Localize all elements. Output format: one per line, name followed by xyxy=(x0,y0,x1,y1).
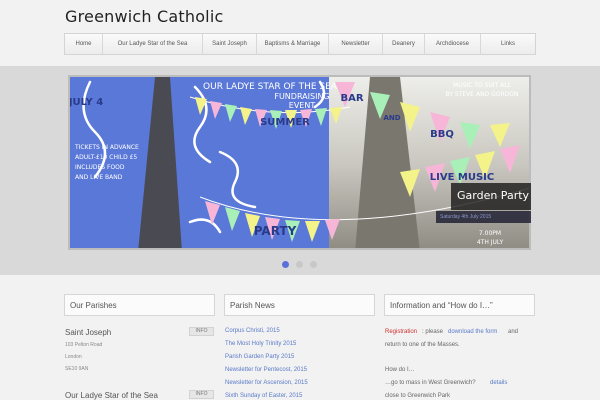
main-nav: Home Our Ladye Star of the Sea Saint Jos… xyxy=(64,33,536,55)
parish-name-our-ladye[interactable]: Our Ladye Star of the Sea xyxy=(65,391,158,400)
parish-info-button-our-ladye[interactable]: INFO xyxy=(189,390,214,399)
church-spire-right xyxy=(355,77,420,248)
info-question-2: close to Greenwich Park xyxy=(385,393,451,399)
download-form-link[interactable]: download the form xyxy=(448,329,497,335)
news-item[interactable]: The Most Holy Trinity 2015 xyxy=(225,341,296,347)
nav-newsletter[interactable]: Newsletter xyxy=(329,34,383,54)
poster-live-music: LIVE MUSIC xyxy=(430,172,494,183)
nav-links[interactable]: Links xyxy=(481,34,535,54)
site-title[interactable]: Greenwich Catholic xyxy=(65,7,223,26)
slide-caption-subtitle[interactable]: Saturday 4th July 2015 xyxy=(436,211,531,223)
slideshow[interactable]: OUR LADYE STAR OF THE SEA FUNDRAISING EV… xyxy=(68,75,531,250)
parishes-heading: Our Parishes xyxy=(64,294,215,316)
info-and-text: and xyxy=(508,329,519,335)
poster-by: BY STEVE AND GORDON xyxy=(446,91,519,98)
nav-home[interactable]: Home xyxy=(65,34,103,54)
parish-address-line-2: London xyxy=(65,354,82,360)
news-item[interactable]: Newsletter for Ascension, 2015 xyxy=(225,380,308,386)
info-heading: Information and “How do I…” xyxy=(384,294,535,316)
nav-baptisms-marriage[interactable]: Baptisms & Marriage xyxy=(257,34,329,54)
nav-our-ladye-star-of-the-sea[interactable]: Our Ladye Star of the Sea xyxy=(103,34,203,54)
parish-address-line-1: 103 Pelton Road xyxy=(65,342,103,348)
poster-tickets-line-1: TICKETS IN ADVANCE xyxy=(74,144,139,151)
poster-party: PARTY xyxy=(254,224,297,238)
poster-time: 7.00PM xyxy=(479,230,501,237)
registration-link[interactable]: Registration xyxy=(385,329,417,335)
poster-and: AND xyxy=(383,114,400,122)
poster-summer: SUMMER xyxy=(260,117,310,128)
news-item[interactable]: Sixth Sunday of Easter, 2015 xyxy=(225,393,302,399)
news-item[interactable]: Newsletter for Pentecost, 2015 xyxy=(225,367,307,373)
slider-dot-1[interactable] xyxy=(282,261,289,268)
church-spire-left xyxy=(138,77,182,248)
info-please-text: : please xyxy=(422,329,444,335)
details-link[interactable]: details xyxy=(490,380,507,386)
news-item[interactable]: Parish Garden Party 2015 xyxy=(225,354,294,360)
parish-address-line-3: SE10 9AN xyxy=(65,366,89,372)
news-heading: Parish News xyxy=(224,294,375,316)
poster-tickets-line-3: INCLUDES FOOD xyxy=(75,164,125,171)
info-howdo-text: How do I… xyxy=(385,367,415,373)
poster-date: 4TH JULY xyxy=(477,239,504,246)
parish-info-button-saint-joseph[interactable]: INFO xyxy=(189,327,214,336)
news-item[interactable]: Corpus Christi, 2015 xyxy=(225,328,280,334)
poster-church-name: OUR LADYE STAR OF THE SEA xyxy=(203,82,338,92)
nav-saint-joseph[interactable]: Saint Joseph xyxy=(203,34,257,54)
parish-name-saint-joseph[interactable]: Saint Joseph xyxy=(65,328,111,337)
poster-graphic: OUR LADYE STAR OF THE SEA FUNDRAISING EV… xyxy=(70,77,529,248)
poster-july: JULY 4 xyxy=(70,97,103,108)
info-question-1: …go to mass in West Greenwich? xyxy=(385,380,476,386)
slider-dot-2[interactable] xyxy=(296,261,303,268)
slide-caption-title[interactable]: Garden Party xyxy=(451,183,531,210)
info-return-text: return to one of the Masses. xyxy=(385,342,460,348)
slider-dot-3[interactable] xyxy=(310,261,317,268)
poster-tickets-line-4: AND LIVE BAND xyxy=(75,174,123,181)
poster-tickets-line-2: ADULT-£10 CHILD £5 xyxy=(75,154,137,161)
poster-bar: BAR xyxy=(340,93,363,104)
poster-music: MUSIC TO SUIT ALL xyxy=(453,82,512,89)
poster-bbq: BBQ xyxy=(430,129,454,140)
poster-fundraising: FUNDRAISING xyxy=(274,92,329,101)
nav-deanery[interactable]: Deanery xyxy=(383,34,425,54)
slider-pagination xyxy=(282,261,317,268)
nav-archdiocese[interactable]: Archdiocese xyxy=(425,34,481,54)
poster-event: EVENT xyxy=(289,101,316,110)
